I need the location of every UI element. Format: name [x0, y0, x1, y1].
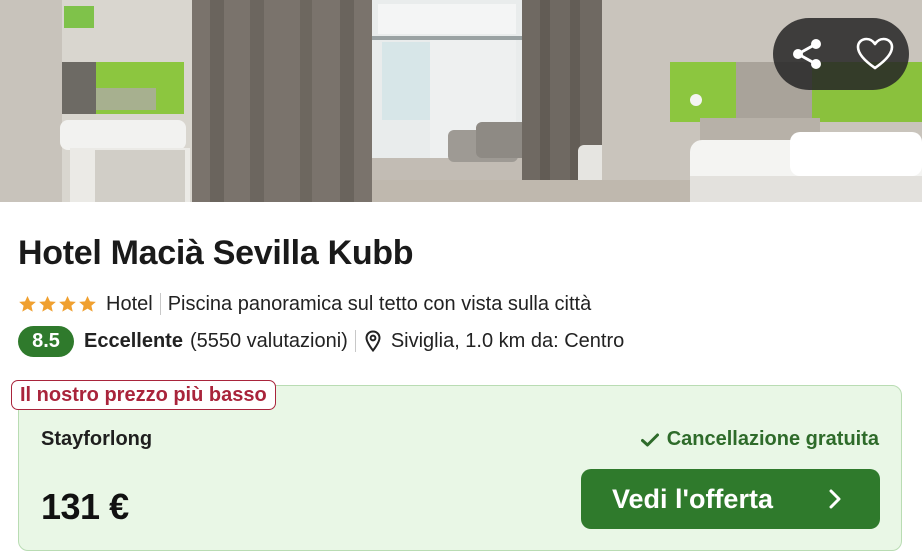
star-icon	[79, 295, 96, 312]
favorite-button[interactable]	[841, 18, 909, 90]
free-cancellation-label: Cancellazione gratuita	[666, 428, 879, 450]
divider	[159, 293, 161, 315]
free-cancellation: Cancellazione gratuita	[640, 428, 879, 451]
view-offer-button[interactable]: Vedi l'offerta	[581, 469, 880, 529]
rating-score-badge: 8.5	[18, 325, 74, 357]
lowest-price-badge: Il nostro prezzo più basso	[11, 380, 276, 410]
star-icon	[39, 295, 56, 312]
star-rating	[18, 295, 97, 313]
view-offer-label: Vedi l'offerta	[612, 483, 773, 514]
location-text[interactable]: Siviglia, 1.0 km da: Centro	[391, 330, 624, 353]
chevron-right-icon	[829, 489, 841, 509]
hotel-meta: Hotel Piscina panoramica sul tetto con v…	[18, 290, 591, 318]
heart-icon	[856, 37, 894, 70]
offer-price: 131 €	[41, 486, 129, 527]
divider	[354, 330, 356, 352]
hotel-type: Hotel	[106, 292, 153, 315]
rating-label: Eccellente	[84, 329, 183, 352]
share-icon	[793, 39, 821, 69]
share-button[interactable]	[773, 18, 841, 90]
hotel-highlight: Piscina panoramica sul tetto con vista s…	[167, 292, 592, 315]
map-pin-icon	[365, 330, 381, 352]
offer-provider: Stayforlong	[41, 428, 153, 450]
star-icon	[19, 295, 36, 312]
rating-location-row: 8.5 Eccellente (5550 valutazioni) Sivigl…	[18, 325, 624, 357]
star-icon	[59, 295, 76, 312]
hotel-name[interactable]: Hotel Macià Sevilla Kubb	[18, 234, 414, 273]
hotel-photo[interactable]	[0, 0, 922, 202]
check-icon	[640, 433, 659, 446]
photo-actions	[773, 18, 909, 90]
rating-count: (5550 valutazioni)	[189, 329, 348, 352]
